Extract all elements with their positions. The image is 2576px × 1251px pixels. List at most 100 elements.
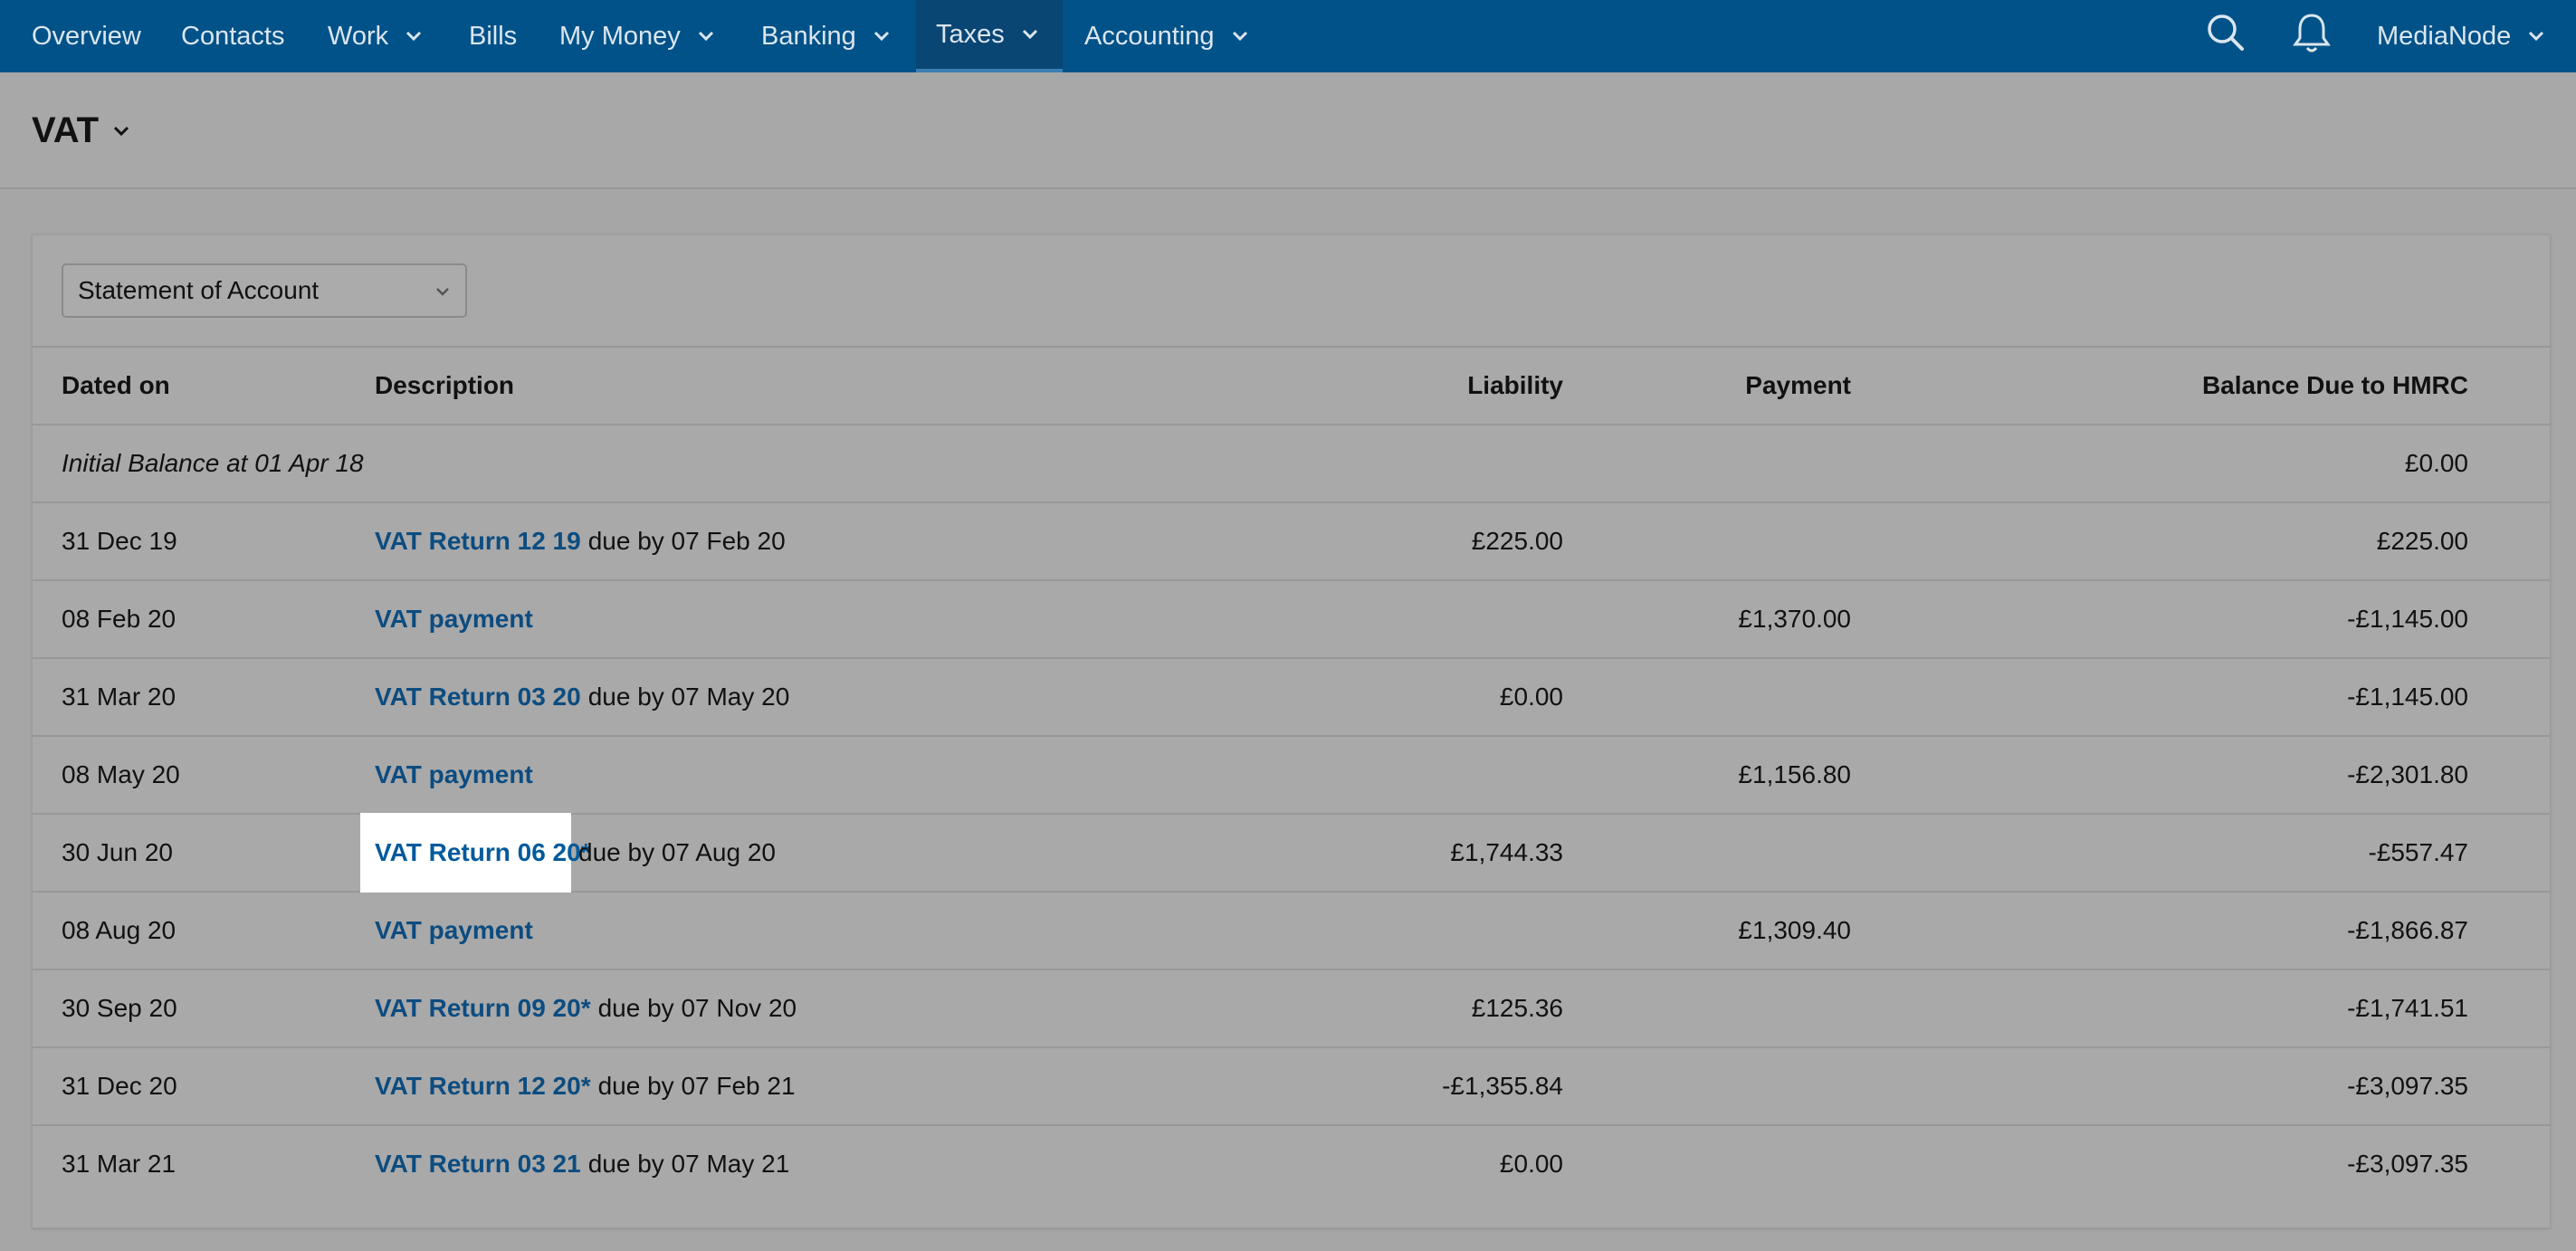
date-cell: 31 Dec 20 <box>62 1072 177 1100</box>
nav-my-money[interactable]: My Money <box>539 0 739 72</box>
nav-label: My Money <box>559 21 681 51</box>
page-title-menu[interactable]: VAT <box>32 110 133 151</box>
statement-type-select[interactable]: Statement of Account <box>62 263 467 318</box>
chevron-down-icon <box>401 24 426 49</box>
due-text: due by 07 Aug 20 <box>578 838 776 866</box>
liability-cell: £0.00 <box>1499 1150 1563 1178</box>
description-cell: VAT Return 12 19 due by 07 Feb 20 <box>375 503 786 579</box>
header-payment: Payment <box>1745 371 1851 399</box>
description-cell: VAT payment <box>375 737 533 813</box>
nav-label: Banking <box>761 21 856 51</box>
description-cell: VAT payment <box>375 893 533 969</box>
search-button[interactable] <box>2205 0 2247 72</box>
nav-overview[interactable]: Overview <box>12 0 161 72</box>
vat-return-link[interactable]: VAT Return 03 20 <box>375 683 581 711</box>
nav-bills[interactable]: Bills <box>449 0 537 72</box>
bell-icon <box>2291 11 2333 62</box>
description-cell: VAT Return 12 20* due by 07 Feb 21 <box>375 1048 796 1124</box>
vat-payment-link[interactable]: VAT payment <box>375 916 533 945</box>
chevron-down-icon <box>433 282 453 301</box>
description-cell: VAT Return 09 20* due by 07 Nov 20 <box>375 970 797 1046</box>
header-description: Description <box>375 371 515 399</box>
liability-cell: £0.00 <box>1499 683 1563 711</box>
liability-cell: £225.00 <box>1471 527 1563 555</box>
table-row: 31 Mar 21 VAT Return 03 21 due by 07 May… <box>33 1126 2550 1204</box>
nav-label: Contacts <box>181 21 285 51</box>
table-row: 08 May 20 VAT payment £1,156.80 -£2,301.… <box>33 737 2550 815</box>
nav-accounting[interactable]: Accounting <box>1064 0 1273 72</box>
balance-cell: -£3,097.35 <box>2347 1072 2468 1100</box>
table-row: 08 Feb 20 VAT payment £1,370.00 -£1,145.… <box>33 581 2550 659</box>
liability-cell: £125.36 <box>1471 994 1563 1022</box>
nav-label: Accounting <box>1084 21 1215 51</box>
date-cell: 31 Mar 20 <box>62 683 177 711</box>
chevron-down-icon <box>1227 24 1253 49</box>
balance-cell: -£3,097.35 <box>2347 1150 2468 1178</box>
balance-cell: -£557.47 <box>2368 838 2468 866</box>
table-row: 08 Aug 20 VAT payment £1,309.40 -£1,866.… <box>33 893 2550 970</box>
vat-payment-link[interactable]: VAT payment <box>375 605 533 634</box>
date-cell: 31 Mar 21 <box>62 1150 177 1178</box>
nav-label: Taxes <box>936 19 1005 49</box>
balance-cell: -£1,145.00 <box>2347 605 2468 633</box>
date-cell: 31 Dec 19 <box>62 527 177 555</box>
due-text: due by 07 Feb 21 <box>597 1072 796 1100</box>
select-value: Statement of Account <box>78 276 320 304</box>
description-cell: VAT Return 03 20 due by 07 May 20 <box>375 659 789 735</box>
nav-work[interactable]: Work <box>308 0 446 72</box>
account-menu[interactable]: MediaNode <box>2377 0 2549 72</box>
date-cell: 08 Feb 20 <box>62 605 177 633</box>
nav-banking[interactable]: Banking <box>741 0 914 72</box>
description-cell: VAT payment <box>375 581 533 657</box>
vat-return-link[interactable]: VAT Return 12 20* <box>375 1072 591 1101</box>
due-text: due by 07 Feb 20 <box>587 527 786 555</box>
top-nav: Overview Contacts Work Bills My Money Ba… <box>0 0 2576 72</box>
vat-return-link[interactable]: VAT Return 12 19 <box>375 527 581 556</box>
header-balance: Balance Due to HMRC <box>2201 371 2468 399</box>
page-title: VAT <box>32 110 100 150</box>
date-cell: 08 Aug 20 <box>62 916 177 944</box>
chevron-down-icon <box>2524 24 2549 49</box>
balance-cell: -£1,145.00 <box>2347 683 2468 711</box>
vat-return-link[interactable]: VAT Return 03 21 <box>375 1150 581 1179</box>
due-text: due by 07 May 21 <box>587 1150 790 1178</box>
due-text: due by 07 Nov 20 <box>597 994 797 1022</box>
table-row: 31 Dec 20 VAT Return 12 20* due by 07 Fe… <box>33 1048 2550 1126</box>
header-liability: Liability <box>1467 371 1563 399</box>
nav-taxes[interactable]: Taxes <box>916 0 1063 72</box>
statement-card: Statement of Account Dated on Descriptio… <box>32 234 2551 1228</box>
search-icon <box>2205 12 2247 61</box>
payment-cell: £1,309.40 <box>1738 916 1851 944</box>
balance-cell: £225.00 <box>2376 527 2468 555</box>
header-dated-on: Dated on <box>62 371 170 399</box>
date-cell: 30 Jun 20 <box>62 838 173 866</box>
date-cell: 30 Sep 20 <box>62 994 177 1022</box>
initial-balance-row: Initial Balance at 01 Apr 18 £0.00 <box>33 425 2550 503</box>
vat-payment-link[interactable]: VAT payment <box>375 760 533 789</box>
nav-contacts[interactable]: Contacts <box>161 0 304 72</box>
initial-balance-label: Initial Balance at 01 Apr 18 <box>62 449 364 477</box>
page-header: VAT <box>0 72 2576 189</box>
balance-cell: -£1,741.51 <box>2347 994 2468 1022</box>
table-row: 31 Dec 19 VAT Return 12 19 due by 07 Feb… <box>33 503 2550 581</box>
balance-cell: -£1,866.87 <box>2347 916 2468 944</box>
chevron-down-icon <box>869 24 894 49</box>
nav-label: Overview <box>32 21 141 51</box>
vat-return-link[interactable]: VAT Return 09 20* <box>375 994 591 1023</box>
nav-label: Bills <box>469 21 518 51</box>
description-cell: VAT Return 06 20* due by 07 Aug 20 <box>360 813 776 893</box>
date-cell: 08 May 20 <box>62 760 180 788</box>
notifications-button[interactable] <box>2291 0 2333 72</box>
nav-label: Work <box>328 21 389 51</box>
balance-cell: -£2,301.80 <box>2347 760 2468 788</box>
liability-cell: -£1,355.84 <box>1442 1072 1563 1100</box>
payment-cell: £1,156.80 <box>1738 760 1851 788</box>
chevron-down-icon <box>1017 22 1043 47</box>
chevron-down-icon <box>110 119 133 143</box>
vat-return-link-highlighted[interactable]: VAT Return 06 20* <box>360 813 591 893</box>
table-row: 30 Sep 20 VAT Return 09 20* due by 07 No… <box>33 970 2550 1048</box>
due-text: due by 07 May 20 <box>587 683 790 711</box>
chevron-down-icon <box>693 24 719 49</box>
table-row: 31 Mar 20 VAT Return 03 20 due by 07 May… <box>33 659 2550 737</box>
table-row: 30 Jun 20 VAT Return 06 20* due by 07 Au… <box>33 813 2550 893</box>
